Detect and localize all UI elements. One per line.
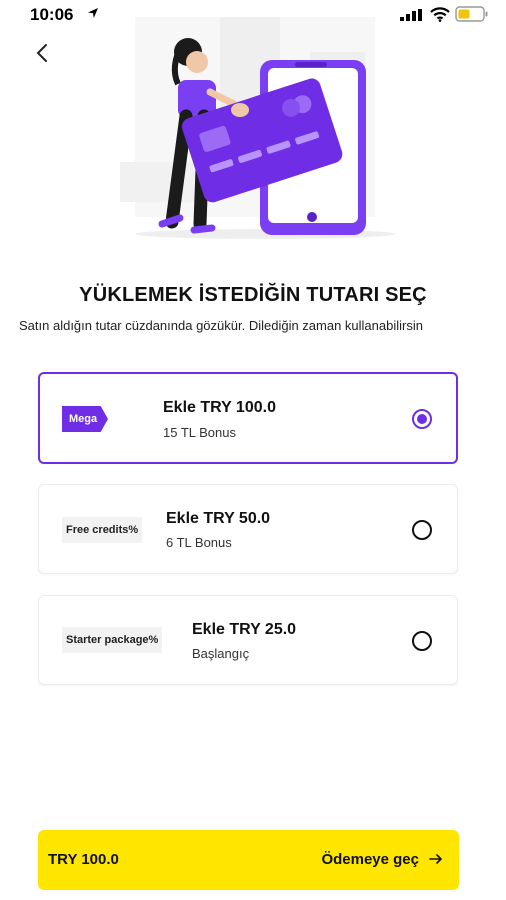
pay-amount: TRY 100.0	[48, 851, 119, 868]
battery-icon	[455, 6, 488, 22]
mega-badge: Mega	[62, 406, 108, 432]
back-chevron-icon[interactable]	[30, 40, 56, 66]
proceed-to-payment-button[interactable]: TRY 100.0 Ödemeye geç	[38, 830, 459, 890]
option-card-free-credits[interactable]: Free credits% Ekle TRY 50.0 6 TL Bonus	[38, 484, 458, 574]
free-credits-badge: Free credits%	[62, 517, 143, 543]
option-label: Ekle TRY 100.0	[163, 399, 276, 416]
starter-package-badge: Starter package%	[62, 627, 163, 653]
page-subtitle: Satın aldığın tutar cüzdanında gözükür. …	[19, 318, 423, 333]
radio-unselected[interactable]	[412, 631, 432, 651]
page-title: YÜKLEMEK İSTEDİĞİN TUTARI SEÇ	[79, 284, 427, 306]
signal-icon	[400, 9, 422, 21]
wifi-icon	[430, 7, 450, 22]
status-time: 10:06	[30, 5, 74, 24]
option-bonus: 6 TL Bonus	[166, 535, 232, 550]
hero-illustration	[120, 17, 395, 239]
radio-selected[interactable]	[412, 409, 432, 429]
option-card-starter-package[interactable]: Starter package% Ekle TRY 25.0 Başlangıç	[38, 595, 458, 685]
location-arrow-icon	[88, 8, 98, 18]
option-bonus: Başlangıç	[192, 646, 250, 661]
option-label: Ekle TRY 50.0	[166, 510, 271, 527]
arrow-right-icon	[429, 854, 442, 864]
option-label: Ekle TRY 25.0	[192, 621, 297, 638]
pay-action-label: Ödemeye geç	[321, 851, 419, 868]
option-card-mega[interactable]: Mega Ekle TRY 100.0 15 TL Bonus	[38, 372, 458, 464]
option-bonus: 15 TL Bonus	[163, 425, 236, 440]
radio-unselected[interactable]	[412, 520, 432, 540]
